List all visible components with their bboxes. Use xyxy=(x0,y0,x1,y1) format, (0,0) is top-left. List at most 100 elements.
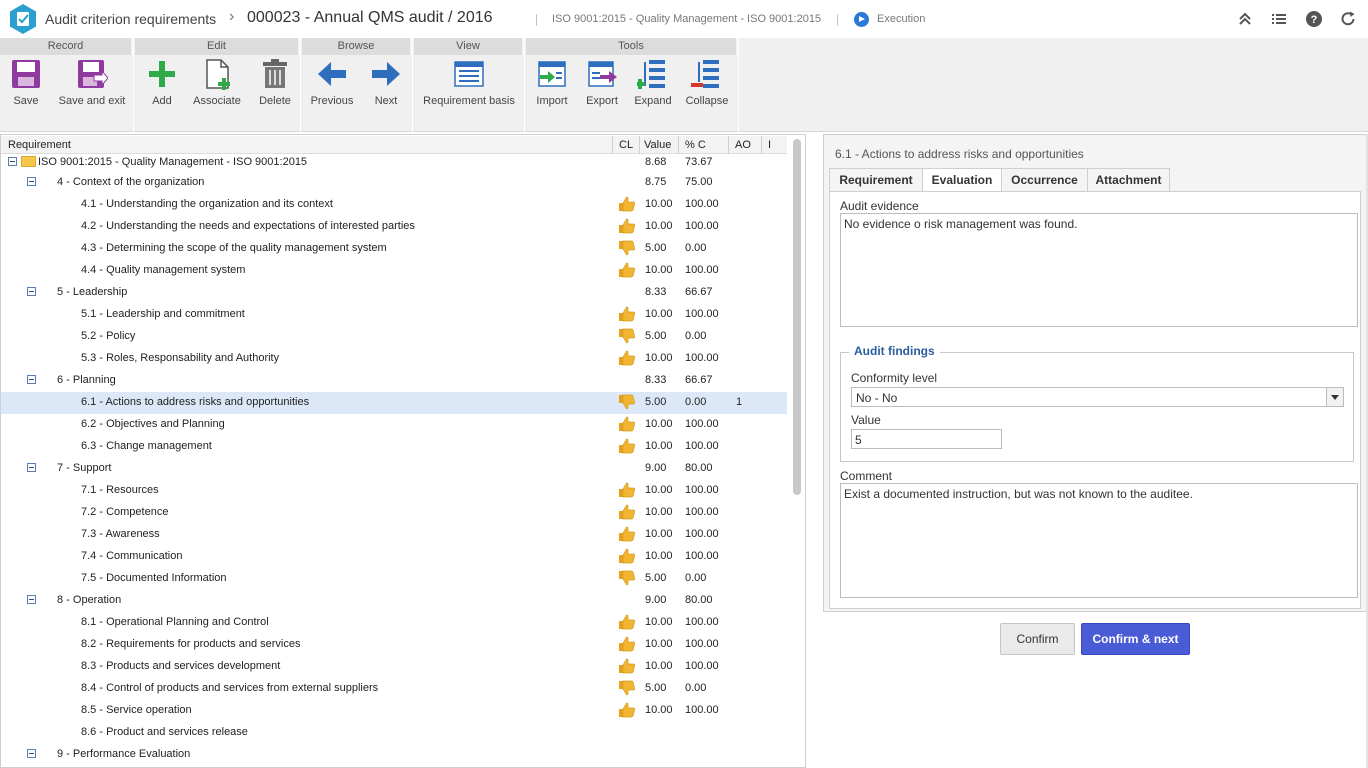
row-percent-compliance: 66.67 xyxy=(685,374,713,386)
tree-row-group[interactable]: ISO 9001:2015 - Quality Management - ISO… xyxy=(1,152,787,174)
value-input[interactable]: 5 xyxy=(851,429,1002,449)
export-button[interactable]: Export xyxy=(584,58,620,107)
confirm-button[interactable]: Confirm xyxy=(1000,623,1075,655)
requirement-tree-panel: Requirement CL Value % C AO I ISO 9001:2… xyxy=(0,134,806,768)
next-button[interactable]: Next xyxy=(368,58,404,107)
tree-row-requirement[interactable]: 4.3 - Determining the scope of the quali… xyxy=(1,238,787,260)
row-percent-compliance: 100.00 xyxy=(685,308,719,320)
conformity-level-select[interactable]: No - No xyxy=(851,387,1344,407)
import-button[interactable]: Import xyxy=(534,58,570,107)
collapse-toggle-icon[interactable] xyxy=(27,463,36,472)
previous-button[interactable]: Previous xyxy=(308,58,356,107)
tree-row-requirement[interactable]: 4.1 - Understanding the organization and… xyxy=(1,194,787,216)
collapse-button[interactable]: Collapse xyxy=(684,58,730,107)
collapse-toggle-icon[interactable] xyxy=(27,177,36,186)
save-button[interactable]: Save xyxy=(8,58,44,107)
tree-row-requirement[interactable]: 7.4 - Communication 10.00 100.00 xyxy=(1,546,787,568)
comment-textarea[interactable]: Exist a documented instruction, but was … xyxy=(840,483,1358,598)
tree-row-label: 7.3 - Awareness xyxy=(81,528,160,540)
expand-label: Expand xyxy=(634,95,672,107)
list-icon[interactable] xyxy=(1270,10,1288,28)
tree-row-label: 4.4 - Quality management system xyxy=(81,264,246,276)
tree-row-label: 8 - Operation xyxy=(57,594,122,606)
expand-button[interactable]: Expand xyxy=(632,58,674,107)
tree-row-requirement[interactable]: 5.3 - Roles, Responsability and Authorit… xyxy=(1,348,787,370)
export-icon xyxy=(588,61,617,87)
collapse-up-icon[interactable] xyxy=(1236,10,1254,28)
associate-label: Associate xyxy=(193,95,241,107)
row-percent-compliance: 75.00 xyxy=(685,176,713,188)
row-percent-compliance: 100.00 xyxy=(685,220,719,232)
tree-row-label: 6.2 - Objectives and Planning xyxy=(81,418,225,430)
tab-evaluation[interactable]: Evaluation xyxy=(922,168,1002,192)
conformity-level-value: No - No xyxy=(856,391,898,405)
tree-row-requirement[interactable]: 4.4 - Quality management system 10.00 100.… xyxy=(1,260,787,282)
tree-row-requirement[interactable]: 8.1 - Operational Planning and Control 10… xyxy=(1,612,787,634)
tree-row-requirement[interactable]: 8.6 - Product and services release xyxy=(1,722,787,744)
tree-row-label: 7.5 - Documented Information xyxy=(81,572,227,584)
tab-occurrence[interactable]: Occurrence xyxy=(1001,168,1088,192)
tree-row-requirement[interactable]: 6.3 - Change management 10.00 100.00 xyxy=(1,436,787,458)
tree-row-group[interactable]: 4 - Context of the organization 8.75 75.00 xyxy=(1,172,787,194)
tree-row-requirement[interactable]: 8.2 - Requirements for products and serv… xyxy=(1,634,787,656)
row-value: 10.00 xyxy=(645,660,673,672)
column-ao[interactable]: AO xyxy=(735,139,751,151)
tree-row-requirement[interactable]: 7.5 - Documented Information 5.00 0.00 xyxy=(1,568,787,590)
delete-label: Delete xyxy=(259,95,291,107)
tree-row-requirement[interactable]: 8.5 - Service operation 10.00 100.00 xyxy=(1,700,787,722)
tree-scrollbar[interactable] xyxy=(793,139,801,495)
tree-row-requirement[interactable]: 5.2 - Policy 5.00 0.00 xyxy=(1,326,787,348)
conformity-level-label: Conformity level xyxy=(851,371,938,385)
audit-evidence-textarea[interactable]: No evidence o risk management was found. xyxy=(840,213,1358,327)
delete-button[interactable]: Delete xyxy=(255,58,295,107)
confirm-and-next-button[interactable]: Confirm & next xyxy=(1081,623,1190,655)
tree-row-label: 8.1 - Operational Planning and Control xyxy=(81,616,269,628)
tree-row-requirement[interactable]: 8.3 - Products and services development 1… xyxy=(1,656,787,678)
column-requirement[interactable]: Requirement xyxy=(8,139,71,151)
thumbs-up-icon xyxy=(619,196,635,212)
previous-label: Previous xyxy=(310,95,354,107)
collapse-toggle-icon[interactable] xyxy=(27,595,36,604)
tree-row-requirement[interactable]: 6.2 - Objectives and Planning 10.00 100.00 xyxy=(1,414,787,436)
column-i[interactable]: I xyxy=(768,139,771,151)
toolbar-group-tools: Tools Import Export Expand Collapse xyxy=(526,38,739,132)
chevron-down-icon[interactable] xyxy=(1326,388,1343,406)
tree-row-requirement[interactable]: 7.2 - Competence 10.00 100.00 xyxy=(1,502,787,524)
tree-row-label: 6 - Planning xyxy=(57,374,116,386)
requirement-basis-button[interactable]: Requirement basis xyxy=(420,58,518,107)
tree-row-requirement[interactable]: 7.3 - Awareness 10.00 100.00 xyxy=(1,524,787,546)
refresh-icon[interactable] xyxy=(1339,10,1357,28)
help-icon[interactable]: ? xyxy=(1305,10,1323,28)
collapse-toggle-icon[interactable] xyxy=(27,749,36,758)
tree-row-requirement[interactable]: 7.1 - Resources 10.00 100.00 xyxy=(1,480,787,502)
associate-button[interactable]: Associate xyxy=(191,58,243,107)
thumbs-up-icon xyxy=(619,702,635,718)
app-title: Audit criterion requirements xyxy=(45,11,217,27)
collapse-toggle-icon[interactable] xyxy=(27,287,36,296)
tree-row-requirement[interactable]: 6.1 - Actions to address risks and oppor… xyxy=(1,392,787,414)
tree-row-group[interactable]: 7 - Support 9.00 80.00 xyxy=(1,458,787,480)
thumbs-up-icon xyxy=(619,526,635,542)
record-title: 000023 - Annual QMS audit / 2016 xyxy=(247,9,493,26)
thumbs-up-icon xyxy=(619,504,635,520)
column-pct[interactable]: % C xyxy=(685,139,706,151)
add-button[interactable]: Add xyxy=(145,58,179,107)
save-exit-label: Save and exit xyxy=(58,95,126,107)
collapse-toggle-icon[interactable] xyxy=(27,375,36,384)
save-and-exit-button[interactable]: Save and exit xyxy=(56,58,128,107)
tree-row-group[interactable]: 6 - Planning 8.33 66.67 xyxy=(1,370,787,392)
tree-row-requirement[interactable]: 5.1 - Leadership and commitment 10.00 100.… xyxy=(1,304,787,326)
tab-requirement[interactable]: Requirement xyxy=(829,168,923,192)
thumbs-down-icon xyxy=(619,394,635,410)
column-value[interactable]: Value xyxy=(644,139,671,151)
tab-attachment[interactable]: Attachment xyxy=(1087,168,1170,192)
tree-row-group[interactable]: 9 - Performance Evaluation xyxy=(1,744,787,766)
row-value: 5.00 xyxy=(645,682,667,694)
tree-row-requirement[interactable]: 8.4 - Control of products and services f… xyxy=(1,678,787,700)
tree-row-group[interactable]: 8 - Operation 9.00 80.00 xyxy=(1,590,787,612)
tree-row-group[interactable]: 5 - Leadership 8.33 66.67 xyxy=(1,282,787,304)
collapse-toggle-icon[interactable] xyxy=(8,157,17,166)
tree-row-label: ISO 9001:2015 - Quality Management - ISO… xyxy=(38,156,308,168)
tree-row-requirement[interactable]: 4.2 - Understanding the needs and expect… xyxy=(1,216,787,238)
column-cl[interactable]: CL xyxy=(619,139,633,151)
